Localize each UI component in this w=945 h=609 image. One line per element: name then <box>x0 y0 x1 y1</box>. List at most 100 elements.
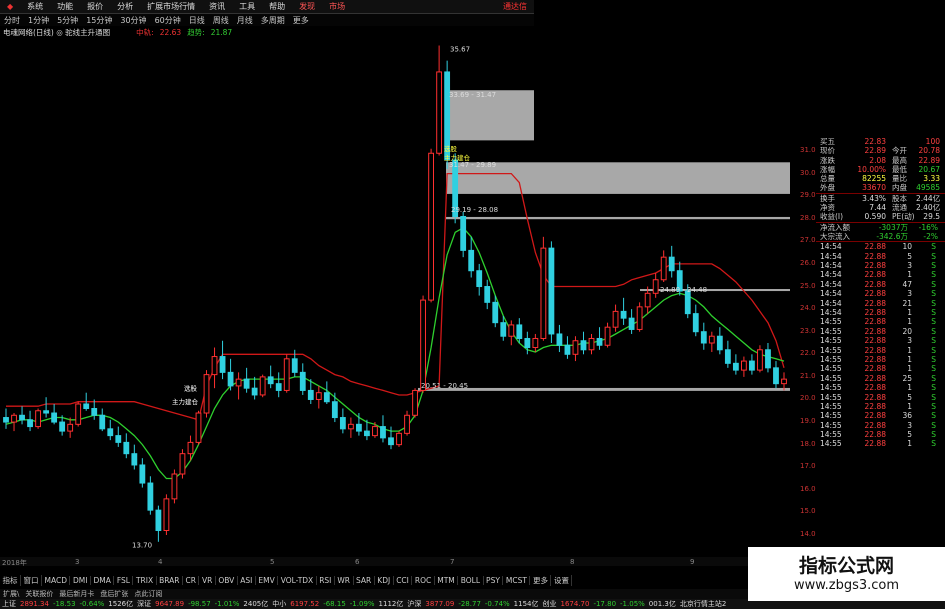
menu-bar: ◆ 系统 功能 报价 分析 扩展市场行情 资讯 工具 帮助 发现 市场 通达信 <box>0 0 534 14</box>
tick-row[interactable]: 14:55 22.88 1 S <box>816 355 945 364</box>
tick-row[interactable]: 14:55 22.88 1 S <box>816 317 945 326</box>
period-button[interactable]: 更多 <box>289 15 313 26</box>
tick-row[interactable]: 14:55 22.88 5 S <box>816 393 945 402</box>
watermark: 指标公式网 www.zbgs3.com <box>748 547 945 601</box>
indicator-tab[interactable]: 窗口 <box>21 575 42 586</box>
quote-value: 2.08 <box>869 155 886 165</box>
status-link[interactable]: 关联报价 <box>22 589 56 599</box>
candlestick-chart[interactable]: 35.6733.69 - 31.4731.47 - 29.8929.19 - 2… <box>0 38 800 556</box>
period-button[interactable]: 分时 <box>0 15 24 26</box>
menu-item[interactable]: 分析 <box>110 1 140 12</box>
period-button[interactable]: 周线 <box>209 15 233 26</box>
candle-down <box>123 441 130 455</box>
tick-row[interactable]: 14:55 22.88 25 S <box>816 374 945 383</box>
indicator-tab[interactable]: BOLL <box>458 576 484 585</box>
indicator-tab[interactable]: VR <box>199 576 216 585</box>
app-logo-icon[interactable]: ◆ <box>0 2 20 11</box>
tick-volume: 5 <box>907 392 912 402</box>
period-button[interactable]: 30分钟 <box>116 15 150 26</box>
candle-up <box>532 337 539 349</box>
tick-row[interactable]: 14:55 22.88 1 S <box>816 402 945 411</box>
tick-row[interactable]: 14:54 22.88 47 S <box>816 280 945 289</box>
indicator-tab[interactable]: ROC <box>412 576 435 585</box>
indicator-tab[interactable]: CCI <box>394 576 413 585</box>
menu-item[interactable]: 功能 <box>50 1 80 12</box>
indicator-tab[interactable]: VOL-TDX <box>278 576 317 585</box>
status-link[interactable]: 最后新月卡 <box>56 589 97 599</box>
tick-price: 22.88 <box>864 383 886 393</box>
menu-item[interactable]: 帮助 <box>262 1 292 12</box>
tick-row[interactable]: 14:55 22.88 1 S <box>816 346 945 355</box>
indicator-tab[interactable]: MACD <box>42 576 71 585</box>
indicator-tab[interactable]: RSI <box>317 576 335 585</box>
indicator-tab[interactable]: PSY <box>484 576 504 585</box>
menu-item[interactable]: 系统 <box>20 1 50 12</box>
tick-row[interactable]: 14:55 22.88 1 S <box>816 439 945 448</box>
tick-price: 22.88 <box>864 345 886 355</box>
indicator-tab[interactable]: SAR <box>354 576 375 585</box>
period-button[interactable]: 月线 <box>233 15 257 26</box>
tick-flag: S <box>931 336 936 346</box>
tick-list[interactable]: 14:54 22.88 10 S 14:54 22.88 5 S 14:54 22.88 3 S 14:… <box>816 242 945 449</box>
indicator-tab[interactable]: DMA <box>91 576 115 585</box>
tick-row[interactable]: 14:54 22.88 21 S <box>816 299 945 308</box>
tab-discover[interactable]: 发现 <box>292 1 322 12</box>
quote-value: 2.44亿 <box>916 193 941 203</box>
tick-row[interactable]: 14:54 22.88 1 S <box>816 270 945 279</box>
tick-row[interactable]: 14:55 22.88 3 S <box>816 336 945 345</box>
indicator-tab[interactable]: 指标 <box>0 575 21 586</box>
date-tick: 7 <box>450 558 455 566</box>
indicator-tab[interactable]: MTM <box>435 576 459 585</box>
tick-row[interactable]: 14:55 22.88 1 S <box>816 364 945 373</box>
tick-volume: 1 <box>907 308 912 317</box>
menu-item[interactable]: 工具 <box>232 1 262 12</box>
candle-up <box>75 403 82 425</box>
indicator-tab[interactable]: DMI <box>70 576 91 585</box>
indicator-tab[interactable]: OBV <box>216 576 238 585</box>
tick-row[interactable]: 14:55 22.88 36 S <box>816 411 945 420</box>
tick-row[interactable]: 14:55 22.88 20 S <box>816 327 945 336</box>
tick-volume: 3 <box>907 289 912 299</box>
period-button[interactable]: 多周期 <box>257 15 289 26</box>
tick-row[interactable]: 14:55 22.88 3 S <box>816 421 945 430</box>
tick-row[interactable]: 14:54 22.88 3 S <box>816 261 945 270</box>
indicator-tab[interactable]: ASI <box>238 576 256 585</box>
tick-row[interactable]: 14:54 22.88 10 S <box>816 242 945 251</box>
tick-time: 14:55 <box>820 439 842 449</box>
period-button[interactable]: 5分钟 <box>53 15 82 26</box>
status-link[interactable]: 扩展\ <box>0 589 22 599</box>
indicator-tab[interactable]: WR <box>335 576 354 585</box>
indicator-tab[interactable]: CR <box>183 576 200 585</box>
tick-row[interactable]: 14:54 22.88 5 S <box>816 252 945 261</box>
candle-up <box>612 310 619 328</box>
window-title-button[interactable]: 通达信 <box>496 1 534 12</box>
tick-row[interactable]: 14:54 22.88 3 S <box>816 289 945 298</box>
indicator-tab[interactable]: 设置 <box>551 575 573 586</box>
period-button[interactable]: 15分钟 <box>82 15 116 26</box>
menu-item[interactable]: 报价 <box>80 1 110 12</box>
tick-row[interactable]: 14:55 22.88 1 S <box>816 383 945 392</box>
tick-row[interactable]: 14:54 22.88 1 S <box>816 308 945 317</box>
tick-volume: 1 <box>907 345 912 355</box>
tick-row[interactable]: 14:55 22.88 5 S <box>816 430 945 439</box>
indicator-tab[interactable]: 更多 <box>530 575 552 586</box>
indicator-tab[interactable]: KDJ <box>375 576 394 585</box>
date-axis: 2018年 3 4 5 6 7 8 9 <box>0 557 800 567</box>
period-button[interactable]: 1分钟 <box>24 15 53 26</box>
indicator-tab[interactable]: TRIX <box>133 576 157 585</box>
indicator-tab[interactable]: MCST <box>503 576 531 585</box>
menu-item[interactable]: 资讯 <box>202 1 232 12</box>
period-button[interactable]: 日线 <box>185 15 209 26</box>
indicator-tab[interactable]: EMV <box>256 576 279 585</box>
period-button[interactable]: 60分钟 <box>151 15 185 26</box>
quote-value: 3.33 <box>923 174 940 184</box>
tick-flag: S <box>931 242 936 252</box>
indicator-tab[interactable]: FSL <box>114 576 134 585</box>
status-link[interactable]: 盘后扩张 <box>97 589 131 599</box>
tab-market[interactable]: 市场 <box>322 1 352 12</box>
status-link[interactable]: 点此订阅 <box>131 589 165 599</box>
quote-value: 2.40亿 <box>916 203 941 213</box>
indicator-tab[interactable]: BRAR <box>157 576 184 585</box>
menu-item[interactable]: 扩展市场行情 <box>140 1 202 12</box>
quote-label: 股本 <box>892 193 907 203</box>
